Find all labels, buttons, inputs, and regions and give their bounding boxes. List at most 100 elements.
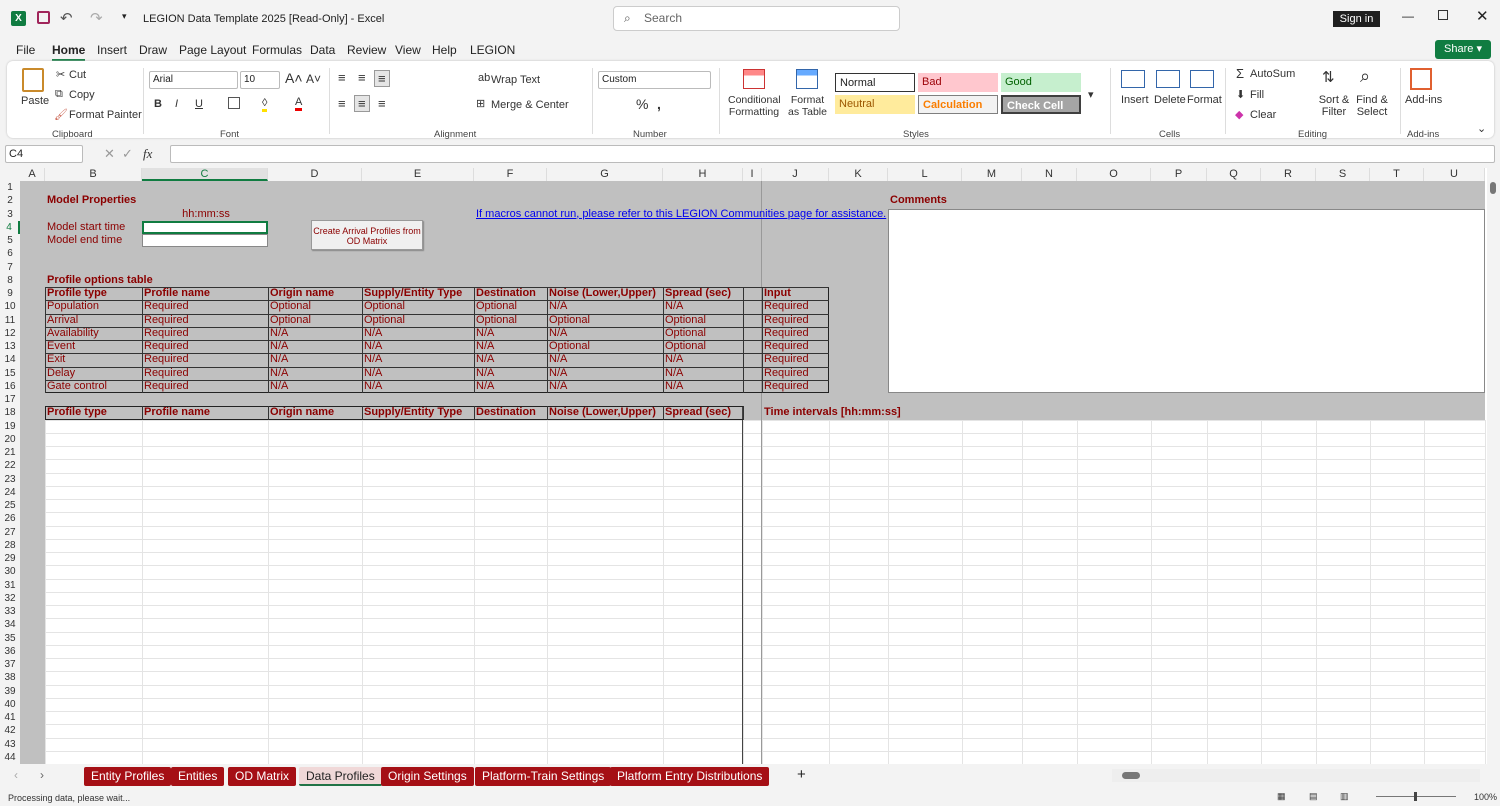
align-left-icon[interactable]: ≡ [338,96,346,111]
column-header-A[interactable]: A [20,168,45,181]
create-arrival-profiles-button[interactable]: Create Arrival Profiles from OD Matrix [311,220,423,250]
model-end-time-input[interactable] [142,234,268,248]
paste-button[interactable]: Paste [21,95,49,107]
scrollbar-thumb[interactable] [1122,772,1140,779]
row-header[interactable]: 4 [0,220,20,234]
cut-button[interactable]: Cut [69,69,86,81]
search-box[interactable]: ⌕ Search [613,6,900,31]
format-as-table-icon[interactable] [796,69,818,89]
redo-icon[interactable]: ↷ [90,9,103,27]
fill-icon[interactable]: ⬇ [1236,88,1245,101]
row-header[interactable]: 21 [0,446,20,460]
increase-font-icon[interactable]: A˄ [285,70,303,86]
row-header[interactable]: 28 [0,538,20,552]
autosum-icon[interactable]: Σ [1236,66,1244,81]
addins-button[interactable]: Add-ins [1405,94,1442,106]
row-header[interactable]: 25 [0,499,20,513]
column-header-T[interactable]: T [1370,168,1424,181]
restore-icon[interactable] [1438,10,1448,20]
vertical-scrollbar[interactable] [1487,168,1500,764]
row-header[interactable]: 34 [0,618,20,632]
column-header-Q[interactable]: Q [1207,168,1261,181]
row-header[interactable]: 30 [0,565,20,579]
undo-icon[interactable]: ↶ [60,9,73,27]
align-center-icon[interactable]: ≡ [354,95,370,112]
select-all-corner[interactable] [0,168,20,181]
row-header[interactable]: 35 [0,631,20,645]
cancel-icon[interactable]: ✕ [104,146,115,162]
row-header[interactable]: 19 [0,419,20,433]
customize-toolbar-icon[interactable]: ▾ [122,11,127,22]
column-header-K[interactable]: K [829,168,888,181]
tab-home[interactable]: Home [52,43,86,62]
worksheet-grid[interactable]: A B C D E F G H I J K L M N O P Q R S T U 1 2 3 4 5 6 7 8 9 10 11 12 13 14… [0,168,1500,764]
style-normal[interactable]: Normal [835,73,915,92]
delete-button[interactable]: Delete [1154,94,1186,106]
copy-button[interactable]: Copy [69,89,95,101]
row-header[interactable]: 15 [0,366,20,380]
style-good[interactable]: Good [1001,73,1081,92]
find-icon[interactable]: ⌕ [1360,66,1370,87]
row-header[interactable]: 13 [0,340,20,354]
row-header[interactable]: 41 [0,711,20,725]
row-header[interactable]: 40 [0,697,20,711]
clear-icon[interactable]: ◆ [1235,108,1243,121]
page-layout-view-icon[interactable]: ▤ [1309,791,1318,802]
sort-filter-icon[interactable]: ⇅ [1322,68,1335,86]
row-header[interactable]: 43 [0,737,20,751]
sign-in-button[interactable]: Sign in [1333,11,1380,27]
row-header[interactable]: 8 [0,273,20,287]
copy-icon[interactable]: ⧉ [55,88,63,101]
zoom-slider[interactable] [1376,792,1456,801]
row-header[interactable]: 33 [0,605,20,619]
sort-filter-button[interactable]: Sort & Filter [1316,94,1352,118]
merge-center-button[interactable]: Merge & Center [491,99,569,111]
format-painter-button[interactable]: Format Painter [69,109,142,121]
underline-button[interactable]: U [195,98,203,110]
model-start-time-input[interactable] [142,220,268,234]
tab-file[interactable]: File [16,43,35,57]
decrease-font-icon[interactable]: A˅ [306,72,321,86]
font-color-icon[interactable]: A [295,96,303,111]
row-header[interactable]: 20 [0,432,20,446]
zoom-level[interactable]: 100% [1474,792,1497,802]
tab-legion[interactable]: LEGION [470,43,515,57]
row-header[interactable]: 9 [0,287,20,301]
clear-button[interactable]: Clear [1250,109,1276,121]
close-icon[interactable]: ✕ [1476,7,1489,25]
percent-icon[interactable]: % [636,96,648,112]
sheet-tab[interactable]: Entity Profiles [84,767,172,786]
addins-icon[interactable] [1410,68,1432,90]
tab-insert[interactable]: Insert [97,43,127,57]
row-header[interactable]: 27 [0,525,20,539]
column-header-D[interactable]: D [268,168,362,181]
wrap-text-button[interactable]: Wrap Text [491,74,540,86]
sheet-tab[interactable]: Entities [171,767,225,786]
row-header[interactable]: 36 [0,644,20,658]
font-size-select[interactable]: 10 [240,71,280,89]
row-header[interactable]: 38 [0,671,20,685]
style-neutral[interactable]: Neutral [835,95,915,114]
minimize-icon[interactable]: — [1402,9,1414,23]
column-header-N[interactable]: N [1022,168,1077,181]
conditional-formatting-icon[interactable] [743,69,765,89]
wrap-text-icon[interactable]: ab [478,72,490,84]
column-header-I[interactable]: I [743,168,762,181]
sheet-tab[interactable]: Platform-Train Settings [475,767,612,786]
styles-more-icon[interactable]: ▾ [1088,88,1094,101]
style-bad[interactable]: Bad [918,73,998,92]
column-header-L[interactable]: L [888,168,962,181]
vertical-scrollbar-thumb[interactable] [1490,182,1496,194]
tab-draw[interactable]: Draw [139,43,167,57]
autosum-button[interactable]: AutoSum [1250,68,1295,80]
normal-view-icon[interactable]: ▦ [1277,791,1286,802]
borders-icon[interactable] [228,97,240,109]
save-icon[interactable] [37,11,50,24]
style-check-cell[interactable]: Check Cell [1001,95,1081,114]
row-header[interactable]: 12 [0,326,20,340]
row-header[interactable]: 44 [0,750,20,764]
tab-view[interactable]: View [395,43,421,57]
paste-icon[interactable] [22,68,44,92]
column-header-R[interactable]: R [1261,168,1316,181]
align-middle-icon[interactable]: ≡ [358,70,366,85]
